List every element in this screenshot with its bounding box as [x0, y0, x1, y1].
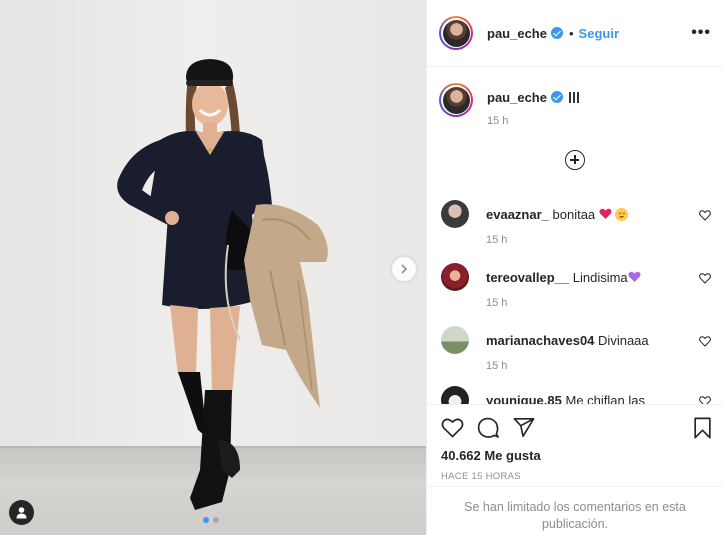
like-comment-heart-icon[interactable]: [699, 336, 711, 347]
separator-dot: •: [568, 25, 574, 41]
verified-badge-icon: [550, 27, 563, 39]
comment-time[interactable]: 15 h: [486, 360, 507, 372]
follow-button[interactable]: Seguir: [579, 26, 619, 41]
comment-bubble-icon[interactable]: [477, 417, 500, 439]
caption-time[interactable]: 15 h: [487, 115, 508, 127]
more-options-icon[interactable]: •••: [691, 24, 711, 42]
post-timestamp[interactable]: HACE 15 HORAS: [441, 471, 521, 482]
comment-text: younique.85 Me chiflan las: [486, 393, 645, 404]
save-bookmark-icon[interactable]: [693, 417, 712, 439]
purple-heart-emoji-icon: [628, 271, 641, 282]
carousel-dots: [203, 517, 219, 523]
comments-limited-notice: Se han limitado los comentarios en esta …: [427, 486, 722, 535]
comments-list[interactable]: pau_eche 15 h evaaznar_ bonitaa 15 h ter…: [427, 67, 722, 404]
tagged-users-button[interactable]: [9, 500, 34, 525]
comment-text: tereovallep__ Lindisima: [486, 270, 641, 285]
author-avatar[interactable]: [439, 16, 473, 50]
user-icon: [16, 507, 27, 519]
author-username[interactable]: pau_eche: [487, 26, 547, 41]
comment-text: marianachaves04 Divinaaa: [486, 333, 649, 348]
comment-time[interactable]: 15 h: [486, 297, 507, 309]
post-side-panel: pau_eche • Seguir ••• pau_eche 15 h evaa…: [426, 0, 722, 535]
qr-code-emoji-icon: [568, 92, 581, 103]
caption-username[interactable]: pau_eche: [487, 90, 547, 105]
comment-time[interactable]: 15 h: [486, 234, 507, 246]
post-caption: pau_eche: [439, 83, 581, 117]
post-header: pau_eche • Seguir •••: [427, 0, 722, 67]
share-paper-plane-icon[interactable]: [513, 417, 535, 438]
commenter-username[interactable]: evaaznar_: [486, 207, 549, 222]
load-more-comments-icon[interactable]: [565, 150, 585, 170]
like-comment-heart-icon[interactable]: [699, 396, 711, 404]
caption-avatar[interactable]: [439, 83, 473, 117]
chevron-right-icon: [401, 264, 408, 274]
verified-badge-icon: [550, 91, 563, 103]
commenter-username[interactable]: marianachaves04: [486, 333, 594, 348]
likes-count[interactable]: 40.662 Me gusta: [441, 448, 541, 463]
like-comment-heart-icon[interactable]: [699, 273, 711, 284]
carousel-dot: [213, 517, 219, 523]
comment-text: evaaznar_ bonitaa: [486, 207, 629, 222]
like-heart-icon[interactable]: [441, 417, 464, 438]
like-comment-heart-icon[interactable]: [699, 210, 711, 221]
woman-in-black-dress-illustration: [117, 59, 328, 510]
commenter-username[interactable]: younique.85: [486, 393, 562, 404]
heart-eyes-face-emoji-icon: [615, 208, 629, 221]
commenter-username[interactable]: tereovallep__: [486, 270, 569, 285]
red-heart-emoji-icon: [599, 208, 612, 219]
commenter-avatar[interactable]: [441, 326, 469, 354]
instagram-post: pau_eche • Seguir ••• pau_eche 15 h evaa…: [0, 0, 722, 535]
commenter-avatar[interactable]: [441, 263, 469, 291]
next-photo-button[interactable]: [392, 257, 416, 281]
commenter-avatar[interactable]: [441, 386, 469, 404]
commenter-avatar[interactable]: [441, 200, 469, 228]
post-actions: 40.662 Me gusta HACE 15 HORAS Se han lim…: [427, 404, 722, 535]
post-photo[interactable]: [0, 0, 426, 535]
carousel-dot-active: [203, 517, 209, 523]
